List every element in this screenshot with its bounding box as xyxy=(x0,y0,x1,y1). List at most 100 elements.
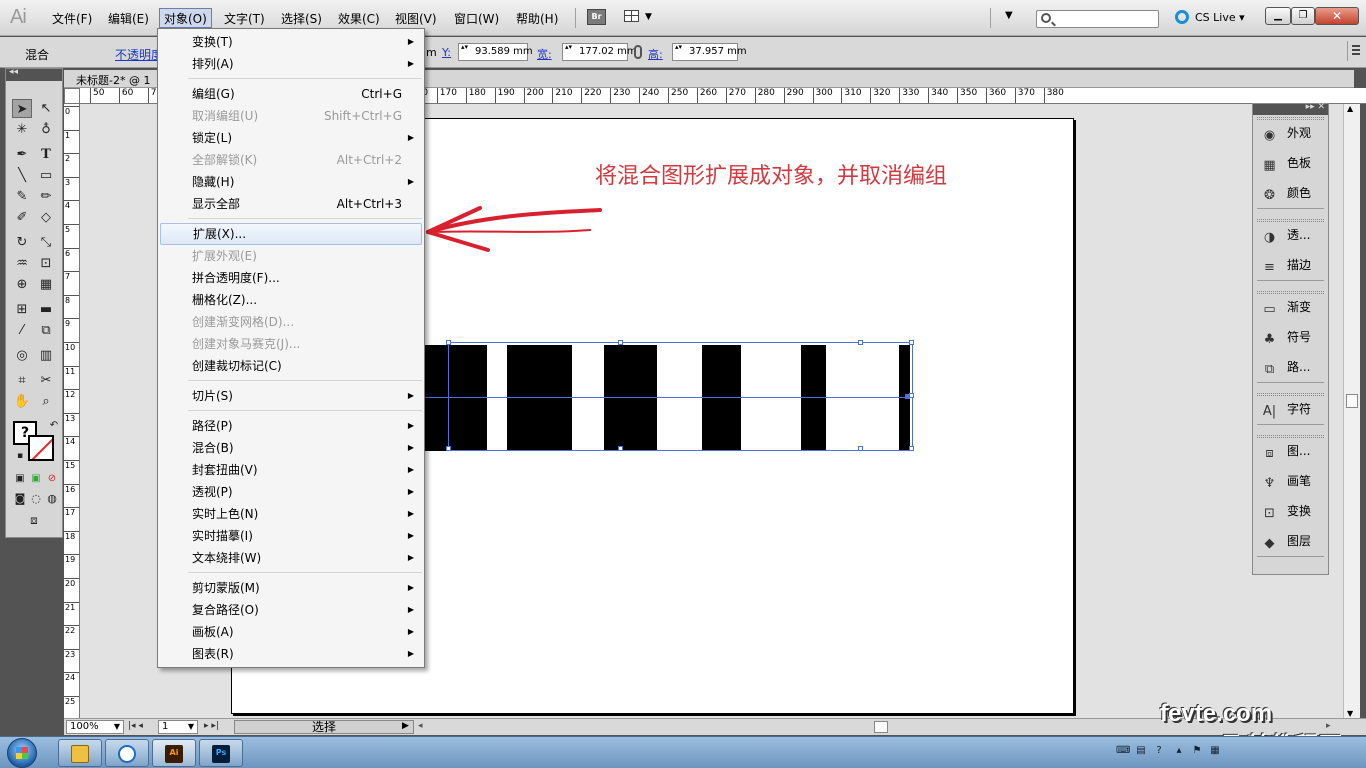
maximize-button[interactable]: ❐ xyxy=(1291,7,1315,25)
pen-tool-icon[interactable]: ✒ xyxy=(12,145,32,164)
arrange-documents-button[interactable]: ▼ xyxy=(624,9,656,25)
panel-button[interactable]: ❂ 颜色 xyxy=(1261,182,1311,204)
bbox-handle[interactable] xyxy=(446,340,451,345)
symbol-sprayer-tool-icon[interactable]: ◎ xyxy=(12,346,32,365)
panel-button[interactable]: ◆ 图层 xyxy=(1261,530,1312,552)
bbox-handle[interactable] xyxy=(909,340,914,345)
eraser-tool-icon[interactable]: ◇ xyxy=(36,208,56,227)
network-icon[interactable]: ▦ xyxy=(1208,745,1222,757)
artboard-tool-icon[interactable]: ⌗ xyxy=(12,371,32,390)
bbox-handle[interactable] xyxy=(858,446,863,451)
rectangle-tool-icon[interactable]: ▭ xyxy=(36,166,56,185)
stroke-swatch[interactable] xyxy=(28,435,54,461)
bbox-handle[interactable] xyxy=(909,446,914,451)
panel-button[interactable]: ♆ 画笔 xyxy=(1261,470,1311,492)
menu-item[interactable]: 显示全部 Alt+Ctrl+3 xyxy=(160,193,422,215)
chevron-down-icon[interactable]: ▼ xyxy=(188,721,194,733)
gradient-tool-icon[interactable]: ▬ xyxy=(36,300,56,319)
slice-tool-icon[interactable]: ✂ xyxy=(36,371,56,390)
shape-builder-tool-icon[interactable]: ⊕ xyxy=(12,275,32,294)
width-label[interactable]: 宽: xyxy=(537,46,552,62)
ime-icon[interactable]: ▤ xyxy=(1134,745,1148,757)
hand-tool-icon[interactable]: ✋ xyxy=(12,392,32,411)
menu-item[interactable]: 实时上色(N) ▶ xyxy=(160,503,422,525)
screen-mode-icon[interactable]: ⧈ xyxy=(24,511,44,530)
panel-group-grip[interactable] xyxy=(1257,117,1324,120)
bbox-handle[interactable] xyxy=(446,446,451,451)
lasso-tool-icon[interactable]: ♁ xyxy=(36,120,56,139)
help-icon[interactable]: ? xyxy=(1152,745,1166,757)
menu-item[interactable]: 画板(A) ▶ xyxy=(160,621,422,643)
taskbar-illustrator[interactable]: Ai xyxy=(152,739,196,767)
height-label[interactable]: 高: xyxy=(648,46,663,62)
warp-tool-icon[interactable]: ♒ xyxy=(12,254,32,273)
panel-button[interactable]: ⊡ 变换 xyxy=(1261,500,1311,522)
column-graph-tool-icon[interactable]: ▥ xyxy=(36,346,56,365)
vertical-scroll-thumb[interactable] xyxy=(1346,394,1358,408)
draw-inside-icon[interactable]: ◍ xyxy=(42,489,62,508)
zoom-field[interactable]: 100% ▼ xyxy=(66,720,124,734)
close-button[interactable]: ✕ xyxy=(1315,7,1359,25)
opacity-link[interactable]: 不透明度 xyxy=(115,46,157,63)
panel-dock-header[interactable]: ▸▸ ✕ xyxy=(1253,102,1328,115)
scroll-down-icon[interactable]: ▼ xyxy=(1347,709,1353,718)
menu-item[interactable]: 切片(S) ▶ xyxy=(160,385,422,407)
type-tool-icon[interactable]: T xyxy=(36,145,56,164)
menu-item[interactable]: 混合(B) ▶ xyxy=(160,437,422,459)
panel-button[interactable]: A| 字符 xyxy=(1261,398,1311,420)
keyboard-icon[interactable]: ⌨ xyxy=(1116,745,1130,757)
start-button[interactable] xyxy=(3,737,45,768)
minimize-button[interactable]: ▁ xyxy=(1265,7,1291,25)
panel-button[interactable]: ⧈ 图... xyxy=(1261,440,1310,462)
collapse-icon[interactable]: ◂◂ xyxy=(9,67,18,77)
panel-button[interactable]: ♣ 符号 xyxy=(1261,326,1311,348)
width-field[interactable]: 177.02 mm xyxy=(562,43,637,61)
menu-item[interactable]: 路径(P) ▶ xyxy=(160,415,422,437)
menu-window[interactable]: 窗口(W) xyxy=(450,9,503,29)
y-label[interactable]: Y: xyxy=(442,46,451,59)
default-colors-icon[interactable]: ▪ xyxy=(10,447,30,466)
blend-tool-icon[interactable]: ⧉ xyxy=(36,321,56,340)
tools-panel-header[interactable]: ◂◂ xyxy=(6,67,62,81)
pencil-tool-icon[interactable]: ✏ xyxy=(36,187,56,206)
constrain-proportions-icon[interactable] xyxy=(634,45,642,59)
menu-item[interactable]: 锁定(L) ▶ xyxy=(160,127,422,149)
menu-item[interactable]: 创建裁切标记(C) xyxy=(160,355,422,377)
menu-object[interactable]: 对象(O) xyxy=(159,8,212,28)
menu-item[interactable]: 扩展(X)... xyxy=(160,223,422,245)
direct-selection-tool-icon[interactable]: ↖ xyxy=(36,99,56,118)
menu-item[interactable]: 实时描摹(I) ▶ xyxy=(160,525,422,547)
menu-view[interactable]: 视图(V) xyxy=(391,9,441,29)
status-tool-label[interactable]: 选择 xyxy=(234,720,414,734)
menu-file[interactable]: 文件(F) xyxy=(48,9,96,29)
zoom-tool-icon[interactable]: ⌕ xyxy=(36,392,56,411)
menu-item[interactable]: 栅格化(Z)... xyxy=(160,289,422,311)
selection-bounding-box[interactable] xyxy=(404,340,914,451)
workspace-dropdown-icon[interactable]: ▼ xyxy=(1005,10,1013,21)
menu-item[interactable]: 变换(T) ▶ xyxy=(160,31,422,53)
chevron-down-icon[interactable]: ▼ xyxy=(114,721,120,733)
free-transform-tool-icon[interactable]: ⊡ xyxy=(36,254,56,273)
swap-fill-stroke-icon[interactable]: ↶ xyxy=(44,416,64,435)
bridge-button[interactable]: Br xyxy=(587,9,606,25)
scroll-up-icon[interactable]: ▲ xyxy=(1347,104,1353,113)
paintbrush-tool-icon[interactable]: ✎ xyxy=(12,187,32,206)
tray-arrow-icon[interactable]: ▴ xyxy=(1172,745,1186,757)
search-input[interactable] xyxy=(1036,10,1159,28)
ruler-origin[interactable] xyxy=(64,88,80,104)
bbox-handle[interactable] xyxy=(618,340,623,345)
menu-item[interactable]: 排列(A) ▶ xyxy=(160,53,422,75)
cs-live-button[interactable]: CS Live ▾ xyxy=(1175,9,1245,27)
menu-item[interactable]: 复合路径(O) ▶ xyxy=(160,599,422,621)
horizontal-scroll-thumb[interactable] xyxy=(874,721,888,733)
rotate-tool-icon[interactable]: ↻ xyxy=(12,233,32,252)
panel-button[interactable]: ◑ 透... xyxy=(1261,224,1311,246)
spine-anchor[interactable] xyxy=(905,394,910,399)
menu-help[interactable]: 帮助(H) xyxy=(512,9,562,29)
height-field[interactable]: 37.957 mm xyxy=(672,43,747,61)
menu-item[interactable]: 剪切蒙版(M) ▶ xyxy=(160,577,422,599)
menu-item[interactable]: 拼合透明度(F)... xyxy=(160,267,422,289)
taskbar-explorer[interactable] xyxy=(58,739,102,767)
menu-effect[interactable]: 效果(C) xyxy=(334,9,384,29)
taskbar-photoshop[interactable]: Ps xyxy=(199,739,243,767)
